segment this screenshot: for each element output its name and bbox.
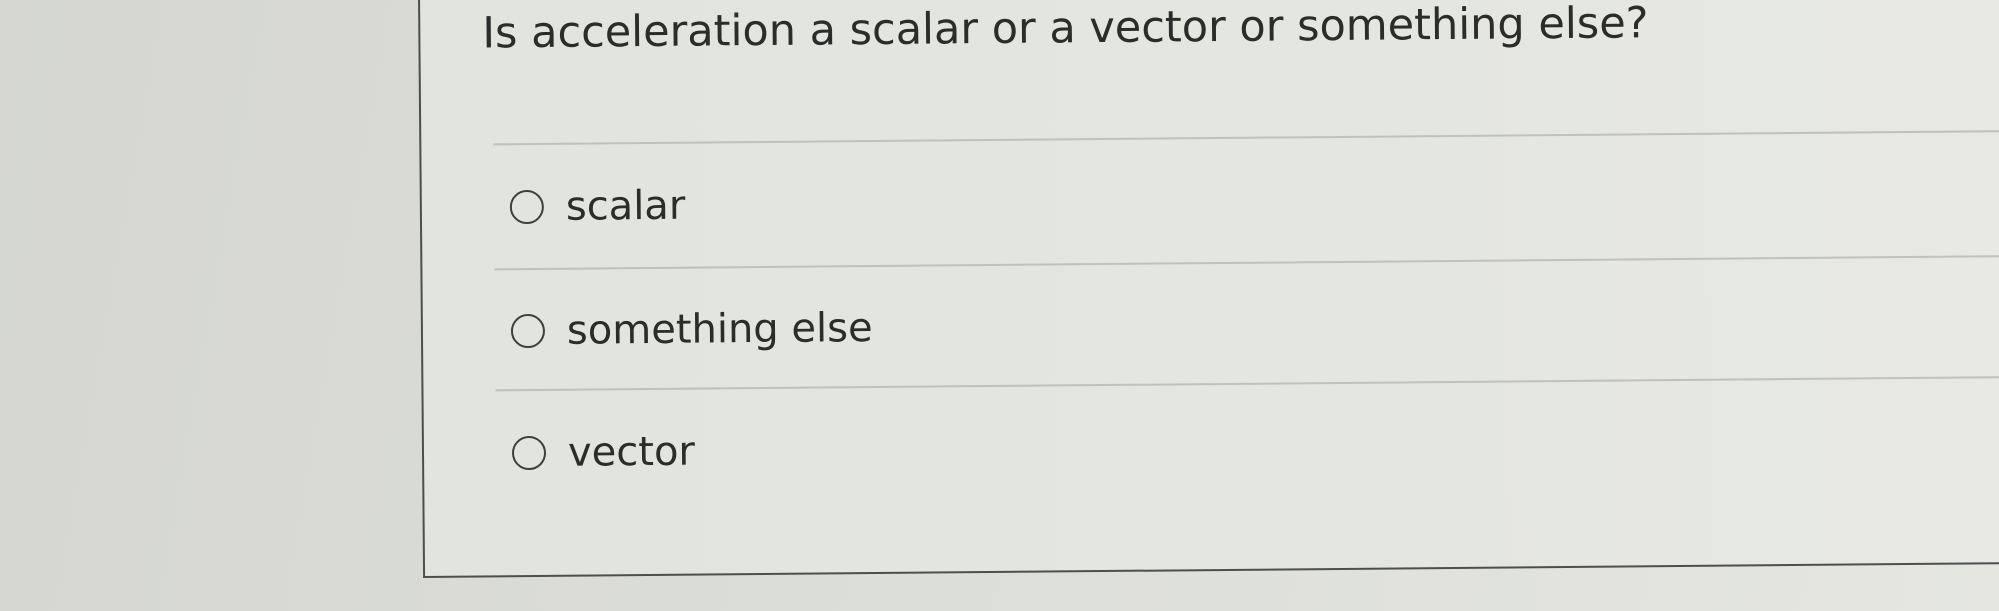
radio-button-vector[interactable] <box>511 435 547 471</box>
radio-button-something-else[interactable] <box>510 313 546 349</box>
radio-button-scalar[interactable] <box>509 189 545 225</box>
divider <box>495 375 1999 392</box>
answer-option-something-else[interactable]: something else <box>510 298 873 361</box>
question-text: Is acceleration a scalar or a vector or … <box>482 0 1649 59</box>
option-label-scalar: scalar <box>565 182 686 230</box>
answer-option-vector[interactable]: vector <box>511 422 696 484</box>
option-label-vector: vector <box>567 428 696 476</box>
option-label-something-else: something else <box>566 305 873 354</box>
screen: Is acceleration a scalar or a vector or … <box>0 0 1999 611</box>
divider <box>494 254 1999 271</box>
answer-option-scalar[interactable]: scalar <box>509 176 686 238</box>
divider <box>493 129 1999 146</box>
question-card: Is acceleration a scalar or a vector or … <box>418 0 1999 578</box>
